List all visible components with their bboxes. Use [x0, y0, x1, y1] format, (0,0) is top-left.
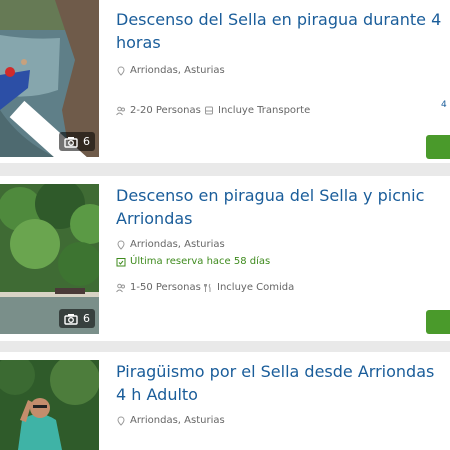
- people-icon: [116, 283, 125, 292]
- listing-card[interactable]: 6 Descenso del Sella en piragua durante …: [0, 0, 450, 163]
- group-size: 2-20 Personas: [116, 105, 201, 116]
- listing-photo[interactable]: 6: [0, 184, 99, 334]
- location: Arriondas, Asturias: [116, 65, 225, 76]
- people-icon: [116, 106, 125, 115]
- listing-photo[interactable]: 6: [0, 0, 99, 157]
- location: Arriondas, Asturias: [116, 415, 225, 426]
- camera-icon: [64, 313, 78, 325]
- included-feature: Incluye Transporte: [204, 105, 310, 116]
- photo-count-badge[interactable]: 6: [59, 309, 95, 328]
- listing-card[interactable]: Piragüismo por el Sella desde Arriondas …: [0, 352, 450, 450]
- book-button[interactable]: [426, 135, 450, 159]
- listing-photo[interactable]: [0, 360, 99, 450]
- pin-icon: [117, 415, 125, 426]
- right-value: 4: [441, 100, 447, 110]
- listing-title[interactable]: Descenso del Sella en piragua durante 4 …: [116, 8, 446, 54]
- location: Arriondas, Asturias: [116, 239, 225, 250]
- photo-count: 6: [83, 312, 90, 325]
- listing-card[interactable]: 6 Descenso en piragua del Sella y picnic…: [0, 176, 450, 341]
- book-button[interactable]: [426, 310, 450, 334]
- last-booking: Última reserva hace 58 días: [116, 256, 270, 267]
- camera-icon: [64, 136, 78, 148]
- calendar-check-icon: [116, 257, 126, 266]
- listing-title[interactable]: Piragüismo por el Sella desde Arriondas …: [116, 360, 446, 406]
- included-feature: Incluye Comida: [203, 282, 294, 293]
- pin-icon: [117, 239, 125, 250]
- kayaker-photo: [0, 360, 99, 450]
- transport-icon: [205, 106, 213, 114]
- group-size: 1-50 Personas: [116, 282, 201, 293]
- fork-knife-icon: [204, 283, 211, 292]
- listing-title[interactable]: Descenso en piragua del Sella y picnic A…: [116, 184, 446, 230]
- pin-icon: [117, 65, 125, 76]
- photo-count: 6: [83, 135, 90, 148]
- photo-count-badge[interactable]: 6: [59, 132, 95, 151]
